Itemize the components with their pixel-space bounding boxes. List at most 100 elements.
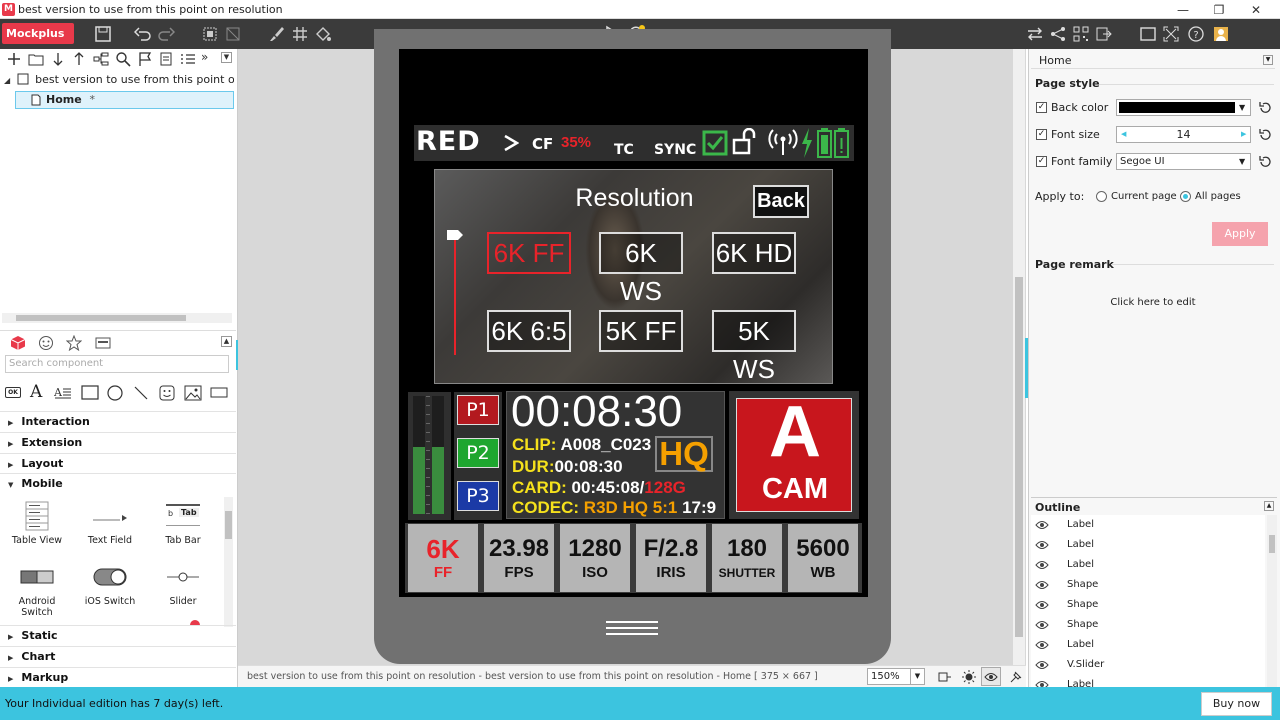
help-icon[interactable]: ? (1187, 25, 1205, 43)
folder-icon[interactable] (28, 51, 44, 67)
slider-handle[interactable] (446, 229, 464, 241)
close-icon[interactable]: ✕ (1238, 0, 1274, 19)
emoji-icon[interactable] (38, 335, 54, 351)
paragraph-widget-icon[interactable]: A (54, 385, 72, 400)
current-page-radio[interactable] (1096, 191, 1107, 202)
zoom-select[interactable]: 150% ▼ (867, 668, 925, 685)
pin-icon[interactable] (1009, 670, 1023, 684)
back-button[interactable]: Back (753, 185, 809, 218)
scroll-thumb[interactable] (1269, 535, 1275, 553)
export-icon[interactable] (1095, 25, 1113, 43)
outline-row[interactable]: Label (1031, 675, 1265, 687)
tile-white-balance[interactable]: 5600 WB (788, 524, 858, 592)
tree-expand-icon[interactable]: ◢ (4, 76, 10, 85)
component-android-switch[interactable]: Android Switch (2, 562, 72, 618)
canvas-vertical-scrollbar[interactable] (1013, 49, 1025, 665)
tile-resolution[interactable]: 6K FF (408, 524, 478, 592)
mockplus-menu-button[interactable]: Mockplus ▼ (2, 23, 74, 60)
category-markup[interactable]: ▶ Markup (0, 667, 236, 687)
more-icon[interactable]: » (201, 50, 208, 64)
res-option-5k-ff[interactable]: 5K FF (599, 310, 683, 352)
eye-icon[interactable] (1035, 520, 1049, 530)
eye-icon[interactable] (1035, 540, 1049, 550)
flag-icon[interactable] (137, 51, 153, 67)
component-slider[interactable]: Slider (148, 562, 218, 607)
qr-code-icon[interactable] (1072, 25, 1090, 43)
increment-icon[interactable]: ▶ (1241, 130, 1246, 138)
tree-horizontal-scrollbar[interactable] (2, 313, 232, 323)
res-option-6k-ws[interactable]: 6K WS (599, 232, 683, 306)
reset-icon[interactable] (1258, 155, 1272, 169)
save-icon[interactable] (94, 25, 112, 43)
category-chart[interactable]: ▶ Chart (0, 646, 236, 666)
eye-icon[interactable] (1035, 580, 1049, 590)
scroll-thumb[interactable] (16, 315, 186, 321)
text-widget-icon[interactable]: A (30, 382, 42, 402)
image-widget-icon[interactable] (184, 385, 202, 401)
component-search-input[interactable]: Search component (5, 355, 229, 373)
swap-icon[interactable] (1026, 25, 1044, 43)
eye-icon[interactable] (1035, 660, 1049, 670)
numbered-list-icon[interactable] (180, 51, 196, 67)
eye-icon[interactable] (1035, 600, 1049, 610)
share-icon[interactable] (1049, 25, 1067, 43)
page-tree-root[interactable]: ◢ best version to use from this point on… (4, 73, 234, 86)
master-icon[interactable] (95, 335, 111, 351)
page-list-icon[interactable] (158, 51, 174, 67)
click-to-edit-remark[interactable]: Click here to edit (1029, 297, 1277, 308)
font-size-stepper[interactable]: ◀ 14 ▶ (1116, 126, 1251, 143)
outline-row[interactable]: Label (1031, 515, 1265, 535)
input-widget-icon[interactable] (210, 387, 228, 398)
outline-row[interactable]: Label (1031, 555, 1265, 575)
preset-p2-button[interactable]: P2 (457, 438, 499, 468)
chevron-down-icon[interactable]: ▼ (1263, 55, 1273, 65)
ungroup-icon[interactable] (224, 25, 242, 43)
eye-icon[interactable] (1035, 640, 1049, 650)
tile-shutter[interactable]: 180 SHUTTER (712, 524, 782, 592)
eye-icon[interactable] (1035, 560, 1049, 570)
component-ios-switch[interactable]: iOS Switch (75, 562, 145, 607)
eye-icon[interactable] (1035, 620, 1049, 630)
vertical-slider-track[interactable] (454, 233, 456, 355)
back-color-checkbox[interactable]: ✓ (1036, 102, 1047, 113)
component-tab-bar[interactable]: b Tab Tab Bar (148, 500, 218, 546)
tree-item-home[interactable]: Home * (15, 91, 234, 109)
page-selector[interactable]: Home ▼ (1031, 51, 1275, 69)
outline-row[interactable]: Shape (1031, 575, 1265, 595)
reset-icon[interactable] (1258, 101, 1272, 115)
tile-iso[interactable]: 1280 ISO (560, 524, 630, 592)
font-family-checkbox[interactable]: ✓ (1036, 156, 1047, 167)
fullscreen-icon[interactable] (1162, 25, 1180, 43)
design-canvas[interactable]: RED CF 35% TC SYNC Resolution Back 6K FF… (238, 29, 1026, 665)
res-option-6k-6-5[interactable]: 6K 6:5 (487, 310, 571, 352)
collapse-up-icon[interactable]: ▲ (221, 336, 232, 347)
button-widget-icon[interactable]: OK (8, 389, 18, 396)
components-cube-icon[interactable] (10, 335, 26, 351)
outline-scrollbar[interactable] (1267, 515, 1277, 687)
layout-icon[interactable] (938, 670, 952, 684)
component-table-view[interactable]: Table View (2, 500, 72, 546)
category-extension[interactable]: ▶ Extension (0, 432, 236, 452)
res-option-6k-hd[interactable]: 6K HD (712, 232, 796, 274)
category-mobile[interactable]: ▼ Mobile (0, 473, 236, 493)
line-widget-icon[interactable] (133, 385, 149, 401)
icon-widget-icon[interactable] (159, 385, 175, 401)
outline-row[interactable]: V.Slider (1031, 655, 1265, 675)
fill-bucket-icon[interactable] (314, 25, 332, 43)
font-family-select[interactable]: Segoe UI ▼ (1116, 153, 1251, 170)
outline-row[interactable]: Label (1031, 635, 1265, 655)
scroll-thumb[interactable] (225, 511, 232, 539)
redo-icon[interactable] (157, 25, 175, 43)
brush-icon[interactable] (268, 25, 286, 43)
sitemap-icon[interactable] (93, 51, 109, 67)
circle-widget-icon[interactable] (107, 385, 123, 401)
preset-p1-button[interactable]: P1 (457, 395, 499, 425)
collapse-panel-icon[interactable]: ▼ (221, 52, 232, 63)
preview-toggle[interactable] (981, 667, 1001, 686)
font-size-checkbox[interactable]: ✓ (1036, 129, 1047, 140)
group-icon[interactable] (201, 25, 219, 43)
category-static[interactable]: ▶ Static (0, 625, 236, 645)
rectangle-widget-icon[interactable] (81, 385, 99, 400)
component-text-field[interactable]: Text Field (75, 500, 145, 546)
category-interaction[interactable]: ▶ Interaction (0, 411, 236, 431)
